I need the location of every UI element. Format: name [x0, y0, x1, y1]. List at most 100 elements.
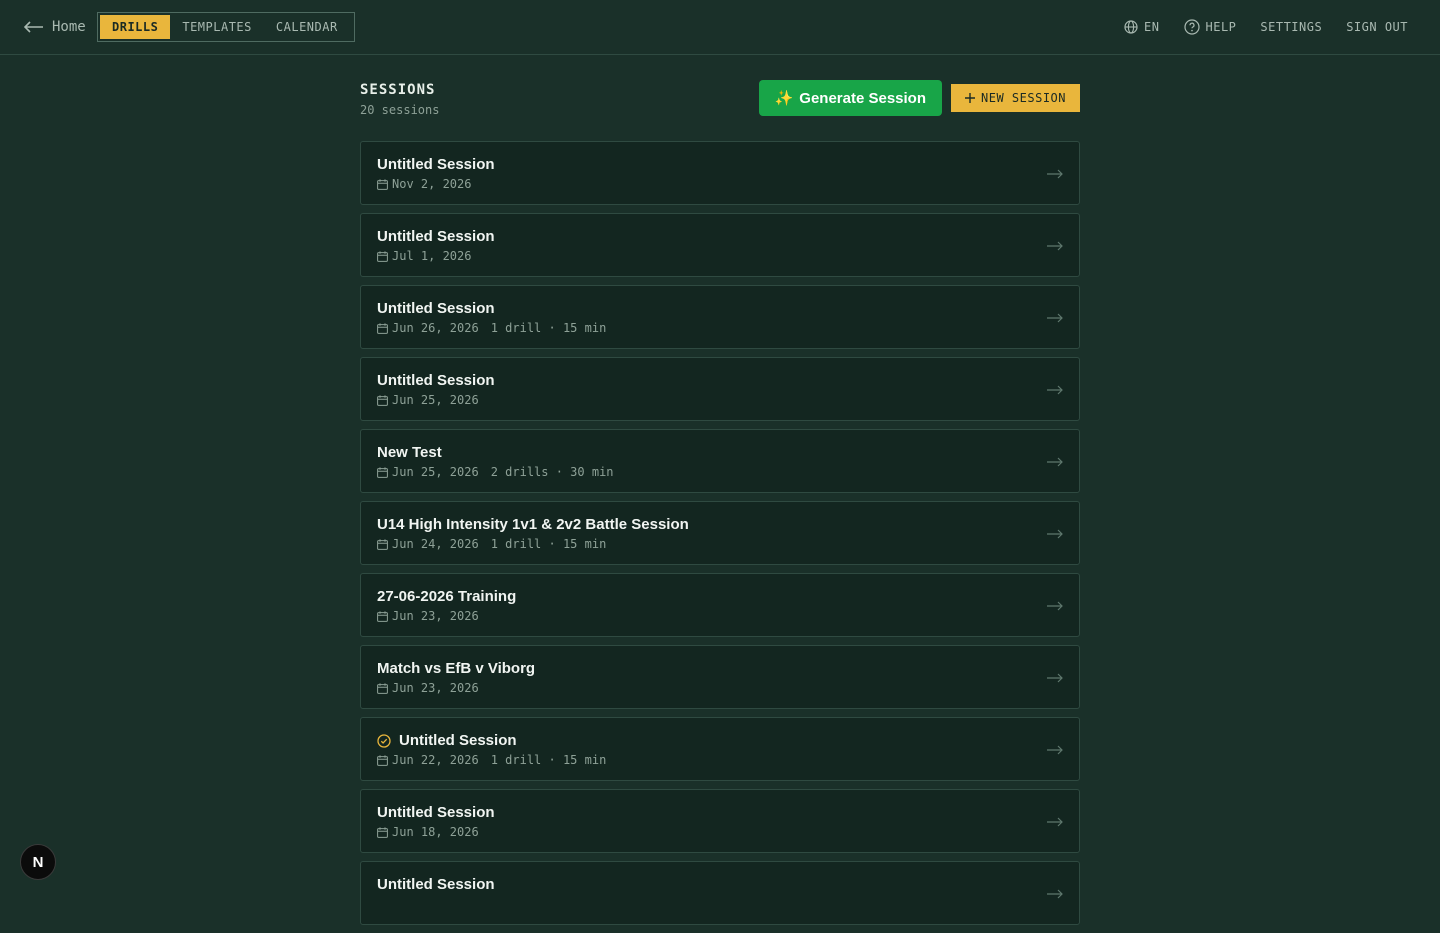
tab-drills[interactable]: DRILLS [100, 15, 171, 39]
globe-icon [1124, 20, 1138, 34]
arrow-right-icon [1047, 814, 1063, 832]
session-date: Jul 1, 2026 [392, 249, 472, 263]
session-date: Jun 24, 2026 [392, 537, 479, 551]
session-meta: Jun 25, 2026 2 drills · 30 min [377, 465, 614, 479]
session-card[interactable]: Untitled Session Jun 22, 2026 1 drill · 15… [360, 717, 1080, 781]
home-link[interactable]: Home [24, 17, 86, 37]
new-session-label: NEW SESSION [981, 91, 1066, 105]
arrow-right-icon [1047, 598, 1063, 616]
arrow-right-icon [1047, 310, 1063, 328]
session-drill-summary: 1 drill · 15 min [490, 537, 607, 551]
top-navigation-bar: Home DRILLS TEMPLATES CALENDAR EN HELP S… [0, 0, 1440, 55]
calendar-icon [377, 538, 388, 550]
account-nav: EN HELP SETTINGS SIGN OUT [1124, 17, 1408, 37]
session-title: Untitled Session [377, 876, 495, 893]
calendar-icon [377, 826, 388, 838]
calendar-icon [377, 394, 388, 406]
arrow-right-icon [1047, 526, 1063, 544]
sign-out-link[interactable]: SIGN OUT [1346, 20, 1408, 34]
session-card[interactable]: Match vs EfB v Viborg Jun 23, 2026 [360, 645, 1080, 709]
session-title-row: Untitled Session [377, 372, 495, 389]
session-card[interactable]: Untitled Session Jun 18, 2026 [360, 789, 1080, 853]
session-date: Jun 25, 2026 [392, 465, 479, 479]
arrow-left-icon [24, 21, 43, 33]
session-meta: Jun 23, 2026 [377, 681, 479, 695]
language-selector[interactable]: EN [1124, 20, 1159, 34]
session-card[interactable]: Untitled Session [360, 861, 1080, 925]
session-date: Jun 23, 2026 [392, 681, 479, 695]
header-actions: ✨ Generate Session NEW SESSION [758, 80, 1080, 116]
calendar-icon [377, 322, 388, 334]
session-title-row: New Test [377, 444, 442, 461]
sessions-header: SESSIONS 20 sessions ✨ Generate Session … [360, 80, 1080, 117]
session-title-row: Untitled Session [377, 732, 517, 749]
session-title-row: Untitled Session [377, 300, 495, 317]
session-card[interactable]: Untitled Session Nov 2, 2026 [360, 141, 1080, 205]
arrow-right-icon [1047, 382, 1063, 400]
session-meta: Jun 24, 2026 1 drill · 15 min [377, 537, 606, 551]
sparkles-icon: ✨ [774, 90, 794, 107]
session-date: Jun 26, 2026 [392, 321, 479, 335]
arrow-right-icon [1047, 886, 1063, 904]
session-drill-summary: 1 drill · 15 min [490, 753, 607, 767]
arrow-right-icon [1047, 454, 1063, 472]
session-date: Jun 18, 2026 [392, 825, 479, 839]
tab-templates[interactable]: TEMPLATES [170, 15, 264, 39]
session-title-row: U14 High Intensity 1v1 & 2v2 Battle Sess… [377, 516, 689, 533]
session-meta: Jun 26, 2026 1 drill · 15 min [377, 321, 606, 335]
session-meta: Nov 2, 2026 [377, 177, 471, 191]
fab-label: N [32, 853, 44, 871]
session-card[interactable]: Untitled Session Jun 26, 2026 1 drill · 15… [360, 285, 1080, 349]
help-link[interactable]: HELP [1183, 19, 1237, 35]
session-date: Nov 2, 2026 [392, 177, 472, 191]
calendar-icon [377, 178, 388, 190]
calendar-icon [377, 754, 388, 766]
session-meta: Jun 18, 2026 [377, 825, 479, 839]
session-date: Jun 25, 2026 [392, 393, 479, 407]
session-title-row: Untitled Session [377, 804, 495, 821]
session-title: Match vs EfB v Viborg [377, 660, 536, 677]
session-title-row: Untitled Session [377, 228, 495, 245]
session-title-row: Match vs EfB v Viborg [377, 660, 535, 677]
session-title-row: Untitled Session [377, 156, 495, 173]
session-title: Untitled Session [399, 732, 517, 749]
home-label: Home [52, 19, 86, 35]
session-card[interactable]: 27-06-2026 Training Jun 23, 2026 [360, 573, 1080, 637]
session-card[interactable]: U14 High Intensity 1v1 & 2v2 Battle Sess… [360, 501, 1080, 565]
calendar-icon [377, 250, 388, 262]
session-title: Untitled Session [377, 228, 495, 245]
session-meta: Jun 25, 2026 [377, 393, 479, 407]
session-title: New Test [377, 444, 442, 461]
calendar-icon [377, 610, 388, 622]
new-session-button[interactable]: NEW SESSION [951, 84, 1080, 112]
session-title-row: Untitled Session [377, 876, 495, 893]
session-title: Untitled Session [377, 804, 495, 821]
calendar-icon [377, 466, 388, 478]
session-title-row: 27-06-2026 Training [377, 588, 516, 605]
session-card[interactable]: Untitled Session Jul 1, 2026 [360, 213, 1080, 277]
language-label: EN [1144, 20, 1160, 34]
session-title: Untitled Session [377, 300, 495, 317]
section-tabs: DRILLS TEMPLATES CALENDAR [97, 12, 355, 42]
session-card[interactable]: Untitled Session Jun 25, 2026 [360, 357, 1080, 421]
arrow-right-icon [1047, 742, 1063, 760]
session-meta: Jun 22, 2026 1 drill · 15 min [377, 753, 606, 767]
session-date: Jun 22, 2026 [392, 753, 479, 767]
session-meta: Jun 23, 2026 [377, 609, 479, 623]
dev-tools-button[interactable]: N [20, 844, 56, 880]
plus-icon [965, 93, 976, 103]
session-date: Jun 23, 2026 [392, 609, 479, 623]
arrow-right-icon [1047, 670, 1063, 688]
session-list: Untitled Session Nov 2, 2026 Untitled Sess… [360, 141, 1080, 933]
help-circle-icon [1183, 19, 1200, 35]
session-card[interactable]: New Test Jun 25, 2026 2 drills · 30 min [360, 429, 1080, 493]
session-meta: Jul 1, 2026 [377, 249, 471, 263]
tab-calendar[interactable]: CALENDAR [264, 15, 350, 39]
settings-link[interactable]: SETTINGS [1260, 20, 1322, 34]
generate-session-label: Generate Session [799, 89, 927, 107]
check-circle-icon [377, 733, 391, 748]
session-drill-summary: 2 drills · 30 min [490, 465, 614, 479]
arrow-right-icon [1047, 166, 1063, 184]
generate-session-button[interactable]: ✨ Generate Session [758, 80, 943, 116]
session-title: Untitled Session [377, 372, 495, 389]
